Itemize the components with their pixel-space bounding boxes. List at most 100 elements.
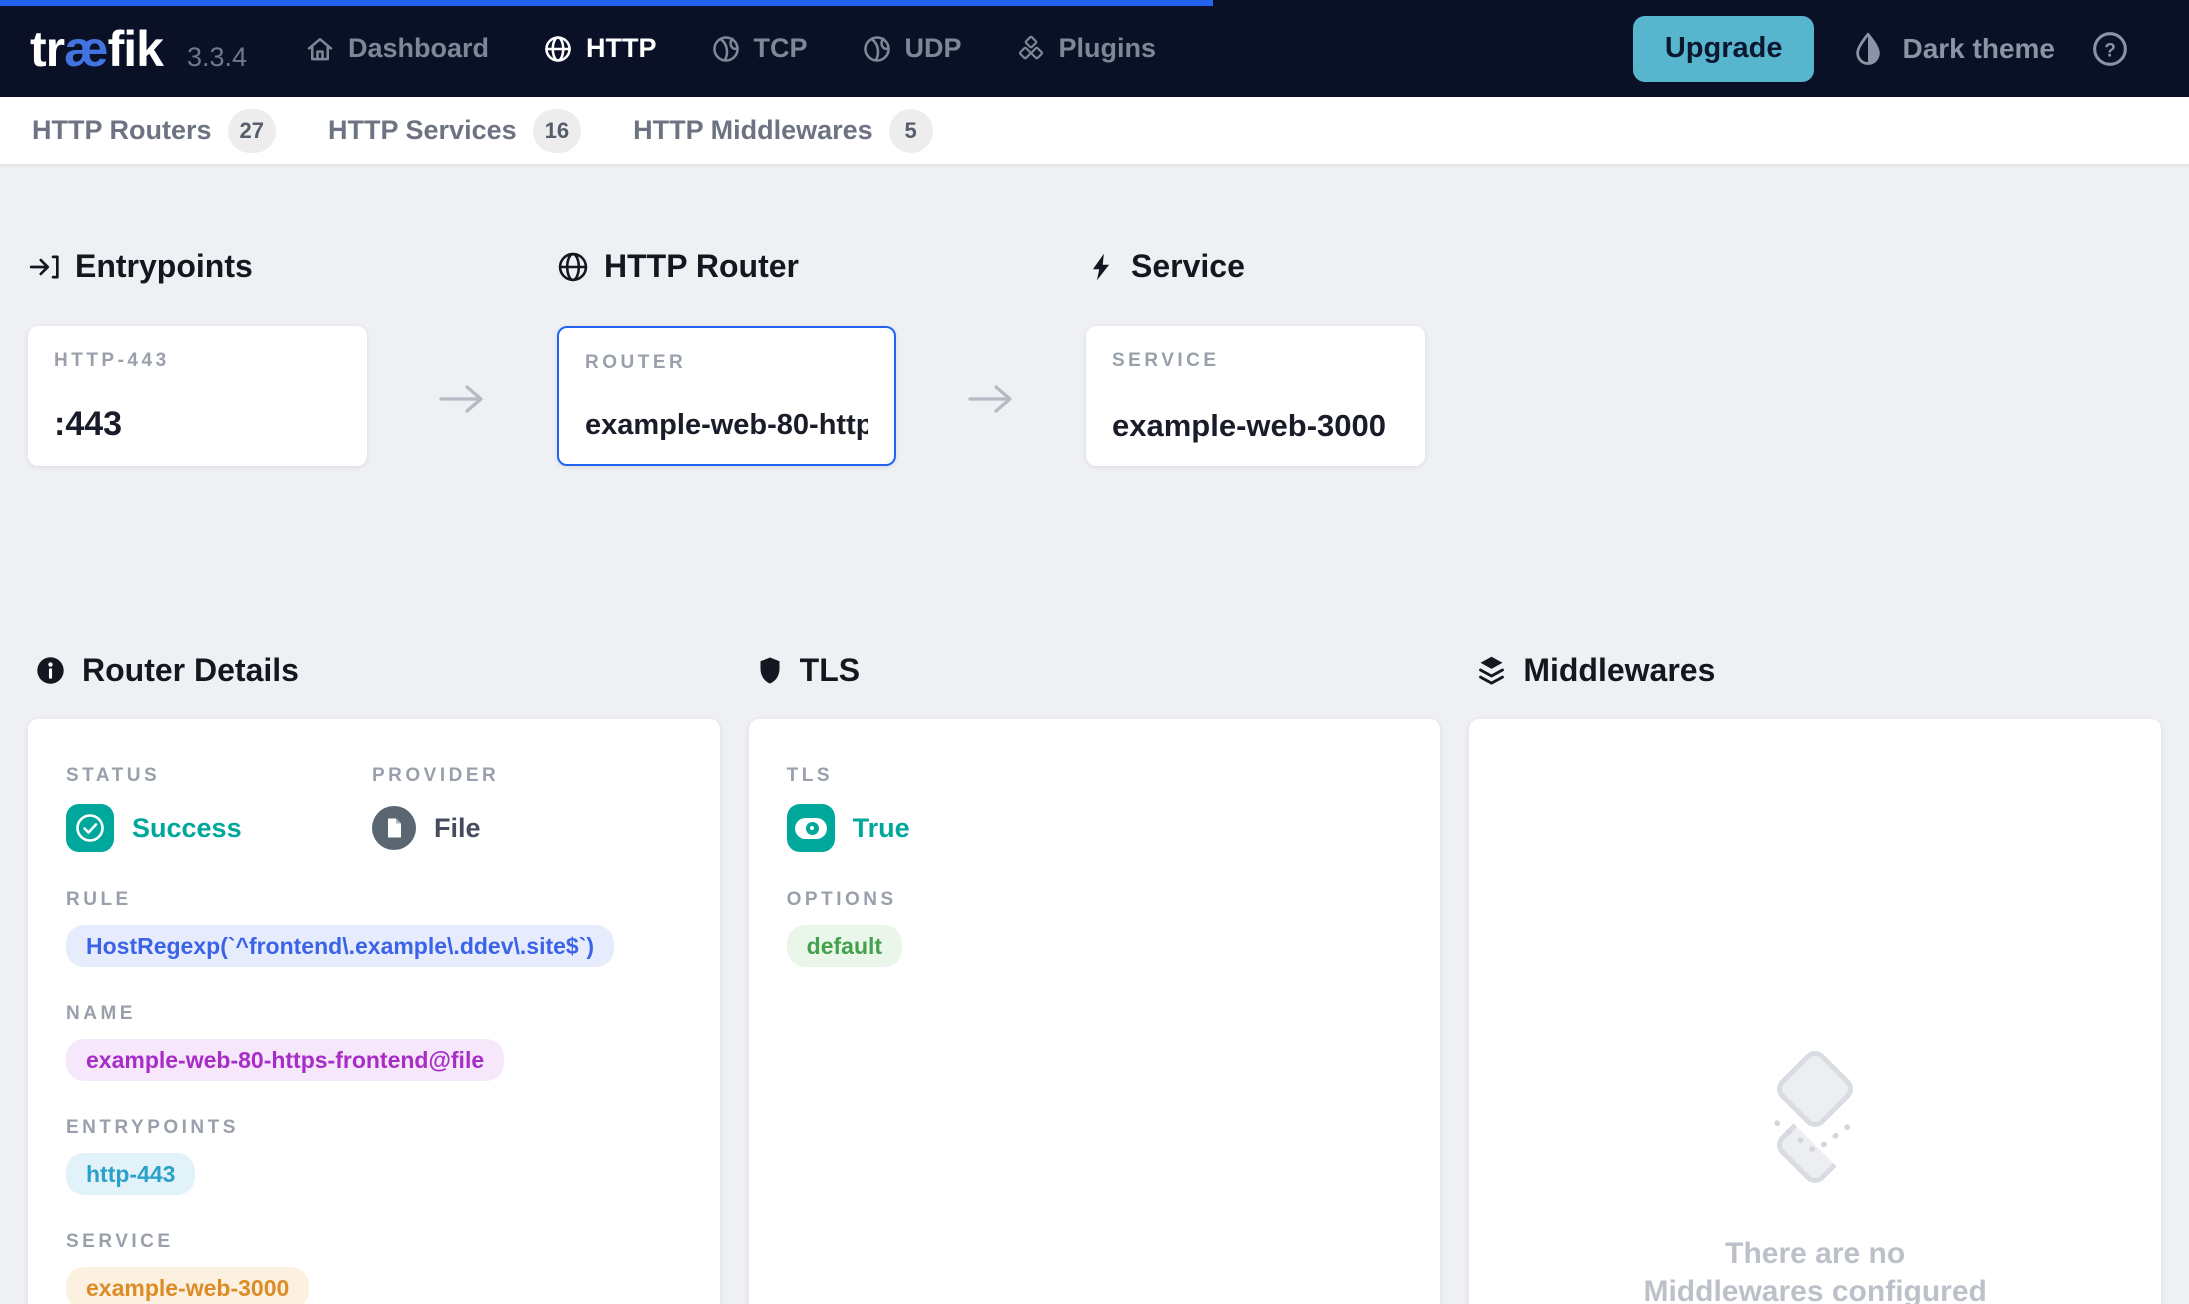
- tls-header: TLS: [749, 652, 1441, 689]
- entrypoint-card: HTTP-443 :443: [28, 326, 367, 466]
- status-success-icon: [66, 804, 114, 852]
- status-value: Success: [132, 813, 242, 844]
- nav-item-tcp[interactable]: TCP: [711, 33, 808, 64]
- pipeline-arrow-2: [896, 248, 1086, 417]
- entrypoint-card-value: :443: [54, 405, 341, 444]
- service-header: Service: [1086, 248, 1425, 285]
- layers-icon: [1475, 654, 1508, 687]
- tab-label: HTTP Middlewares: [633, 115, 873, 146]
- toggle-on-icon: [795, 818, 827, 839]
- loading-progress-bar: [0, 0, 1213, 6]
- middlewares-card: There are no Middlewares configured: [1469, 719, 2161, 1304]
- section-title: Entrypoints: [75, 248, 253, 285]
- cubes-icon: [1016, 34, 1046, 64]
- provider-block: PROVIDER File: [372, 765, 499, 853]
- entrypoints-column: Entrypoints HTTP-443 :443: [28, 248, 367, 466]
- entrypoints-field: ENTRYPOINTS http-443: [66, 1117, 682, 1195]
- arrow-right-icon: [967, 381, 1015, 417]
- tls-value: True: [853, 813, 910, 844]
- navbar-right: Upgrade Dark theme ?: [1633, 16, 2129, 82]
- name-field: NAME example-web-80-https-frontend@file: [66, 1003, 682, 1081]
- main-nav: Dashboard HTTP TCP UDP Plu: [305, 33, 1156, 64]
- rule-chip: HostRegexp(`^frontend\.example\.ddev\.si…: [66, 925, 614, 967]
- help-icon: ?: [2091, 30, 2129, 68]
- service-card-label: SERVICE: [1112, 350, 1399, 372]
- rule-label: RULE: [66, 889, 682, 911]
- nav-item-http[interactable]: HTTP: [543, 33, 657, 64]
- empty-layers-illustration: [1745, 1049, 1885, 1189]
- nav-item-udp[interactable]: UDP: [862, 33, 962, 64]
- service-card-value: example-web-3000: [1112, 408, 1399, 444]
- middlewares-empty-message: There are no Middlewares configured: [1643, 1235, 1986, 1304]
- tls-enabled-icon: [787, 804, 835, 852]
- upgrade-button[interactable]: Upgrade: [1633, 16, 1815, 82]
- nav-label: Dashboard: [348, 33, 489, 64]
- nav-item-plugins[interactable]: Plugins: [1016, 33, 1157, 64]
- file-icon: [382, 816, 406, 840]
- http-subnav: HTTP Routers 27 HTTP Services 16 HTTP Mi…: [0, 97, 2189, 165]
- name-chip: example-web-80-https-frontend@file: [66, 1039, 504, 1081]
- tab-label: HTTP Routers: [32, 115, 212, 146]
- empty-line-1: There are no: [1643, 1235, 1986, 1273]
- traefik-logo[interactable]: træfik 3.3.4: [30, 20, 247, 78]
- details-section: Router Details TLS Middlewares STATUS: [28, 652, 2161, 1304]
- help-button[interactable]: ?: [2091, 30, 2129, 68]
- entrypoint-chip: http-443: [66, 1153, 195, 1195]
- tab-count-badge: 5: [889, 109, 933, 153]
- dark-theme-toggle[interactable]: Dark theme: [1850, 31, 2055, 67]
- entrypoints-label: ENTRYPOINTS: [66, 1117, 682, 1139]
- bolt-icon: [1086, 251, 1116, 283]
- status-block: STATUS Success: [66, 765, 372, 853]
- pipeline-arrow-1: [367, 248, 557, 417]
- sphere-icon: [862, 34, 892, 64]
- tab-http-middlewares[interactable]: HTTP Middlewares 5: [633, 109, 933, 153]
- globe-icon: [543, 34, 573, 64]
- router-details-header: Router Details: [28, 652, 720, 689]
- options-chip: default: [787, 925, 902, 967]
- service-label: SERVICE: [66, 1231, 682, 1253]
- router-details-card: STATUS Success PROVIDER: [28, 719, 720, 1304]
- section-title: Service: [1131, 248, 1245, 285]
- nav-item-dashboard[interactable]: Dashboard: [305, 33, 489, 64]
- tab-count-badge: 27: [228, 109, 276, 153]
- section-title: HTTP Router: [604, 248, 799, 285]
- tab-label: HTTP Services: [328, 115, 517, 146]
- router-card-value: example-web-80-https…: [585, 409, 868, 442]
- globe-icon: [557, 251, 589, 283]
- entrypoint-card-label: HTTP-443: [54, 350, 341, 372]
- section-title: Middlewares: [1523, 652, 1715, 689]
- tls-card: TLS True OPTIONS default: [749, 719, 1441, 1304]
- tls-block: TLS True: [787, 765, 1403, 853]
- options-field: OPTIONS default: [787, 889, 1403, 967]
- version-label: 3.3.4: [187, 42, 247, 73]
- section-title: Router Details: [82, 652, 299, 689]
- tls-label: TLS: [787, 765, 1403, 787]
- service-card[interactable]: SERVICE example-web-3000: [1086, 326, 1425, 466]
- shield-icon: [755, 654, 785, 687]
- service-chip: example-web-3000: [66, 1267, 309, 1304]
- router-column: HTTP Router ROUTER example-web-80-https…: [557, 248, 896, 466]
- arrow-right-icon: [438, 381, 486, 417]
- section-title: TLS: [800, 652, 860, 689]
- provider-value: File: [434, 813, 481, 844]
- nav-label: Plugins: [1059, 33, 1157, 64]
- nav-label: UDP: [905, 33, 962, 64]
- tab-http-services[interactable]: HTTP Services 16: [328, 109, 581, 153]
- main-content: Entrypoints HTTP-443 :443 HTTP Router RO…: [0, 248, 2189, 1304]
- entrypoints-header: Entrypoints: [28, 248, 367, 285]
- name-label: NAME: [66, 1003, 682, 1025]
- home-icon: [305, 34, 335, 64]
- provider-label: PROVIDER: [372, 765, 499, 787]
- http-router-header: HTTP Router: [557, 248, 896, 285]
- nav-label: HTTP: [586, 33, 657, 64]
- contrast-droplet-icon: [1850, 31, 1886, 67]
- nav-label: TCP: [754, 33, 808, 64]
- status-provider-row: STATUS Success PROVIDER: [66, 765, 682, 853]
- top-navbar: træfik 3.3.4 Dashboard HTTP TCP UDP: [0, 0, 2189, 97]
- router-card[interactable]: ROUTER example-web-80-https…: [557, 326, 896, 466]
- tab-http-routers[interactable]: HTTP Routers 27: [32, 109, 276, 153]
- status-label: STATUS: [66, 765, 372, 787]
- router-card-label: ROUTER: [585, 352, 868, 374]
- info-icon: [34, 654, 67, 687]
- svg-text:?: ?: [2104, 40, 2116, 61]
